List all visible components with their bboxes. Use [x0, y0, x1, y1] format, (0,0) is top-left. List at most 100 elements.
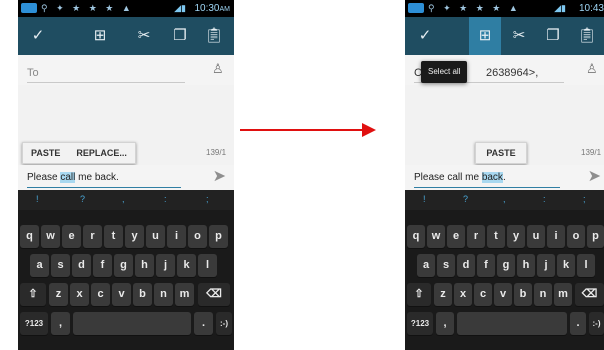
copy-icon[interactable]: ❐ [537, 17, 569, 55]
key[interactable]: a [30, 254, 49, 277]
key[interactable]: h [517, 254, 535, 277]
key[interactable]: m [175, 283, 194, 306]
key[interactable]: l [198, 254, 217, 277]
key[interactable]: g [114, 254, 133, 277]
delete-icon[interactable]: ⌫ [575, 283, 604, 306]
cut-icon[interactable]: ✂ [503, 17, 535, 55]
key[interactable]: p [209, 225, 228, 248]
key[interactable]: a [417, 254, 435, 277]
key[interactable]: w [427, 225, 445, 248]
send-icon[interactable]: ➤ [213, 169, 226, 185]
suggestion[interactable]: : [164, 194, 167, 204]
smiley-key[interactable]: :-) [589, 312, 604, 335]
key[interactable]: h [135, 254, 154, 277]
key[interactable]: b [514, 283, 532, 306]
key[interactable]: k [557, 254, 575, 277]
key[interactable]: x [70, 283, 89, 306]
message-input[interactable]: Please call me back. [27, 168, 181, 188]
key[interactable]: p [587, 225, 604, 248]
paste-button[interactable]: PASTE [478, 143, 523, 163]
key[interactable]: w [41, 225, 60, 248]
key[interactable]: j [537, 254, 555, 277]
space-key[interactable] [457, 312, 567, 335]
key[interactable]: s [437, 254, 455, 277]
shift-icon[interactable]: ⇧ [407, 283, 431, 306]
key[interactable]: i [167, 225, 186, 248]
period-key[interactable]: . [570, 312, 586, 335]
suggestion[interactable]: : [543, 194, 546, 204]
key[interactable]: g [497, 254, 515, 277]
key[interactable]: j [156, 254, 175, 277]
suggestion[interactable]: ? [463, 194, 468, 204]
key[interactable]: i [547, 225, 565, 248]
suggestion[interactable]: ! [423, 194, 426, 204]
smiley-key[interactable]: :-) [216, 312, 232, 335]
key[interactable]: x [454, 283, 472, 306]
copy-icon[interactable]: ❐ [164, 17, 196, 55]
select-all-icon[interactable]: ⊞ [84, 17, 116, 55]
text-selection-action-bar: ✓ ⊞ ✂ ❐ 📋︎ [18, 17, 234, 55]
key[interactable]: r [467, 225, 485, 248]
key[interactable]: d [457, 254, 475, 277]
select-all-icon[interactable]: ⊞ [469, 17, 501, 55]
key[interactable]: f [477, 254, 495, 277]
suggestion[interactable]: , [122, 194, 125, 204]
key[interactable]: z [434, 283, 452, 306]
message-input[interactable]: Please call me back. [414, 168, 560, 188]
key[interactable]: q [407, 225, 425, 248]
send-icon[interactable]: ➤ [588, 169, 601, 185]
suggestion[interactable]: ; [206, 194, 209, 204]
key-row-4: ?123 , . :-) [405, 310, 604, 337]
key[interactable]: k [177, 254, 196, 277]
key[interactable]: f [93, 254, 112, 277]
key[interactable]: s [51, 254, 70, 277]
key[interactable]: t [104, 225, 123, 248]
paste-icon[interactable]: 📋︎ [198, 17, 230, 55]
comma-key[interactable]: , [436, 312, 454, 335]
key[interactable]: n [154, 283, 173, 306]
key[interactable]: y [125, 225, 144, 248]
cut-icon[interactable]: ✂ [128, 17, 160, 55]
replace-button[interactable]: REPLACE... [68, 143, 135, 163]
key[interactable]: z [49, 283, 68, 306]
paste-button[interactable]: PASTE [23, 143, 68, 163]
suggestion[interactable]: ; [583, 194, 586, 204]
suggestion[interactable]: ? [80, 194, 85, 204]
add-contact-icon[interactable]: ♙ [212, 62, 226, 76]
shift-icon[interactable]: ⇧ [20, 283, 46, 306]
key[interactable]: r [83, 225, 102, 248]
suggestion[interactable]: , [503, 194, 506, 204]
key[interactable]: u [146, 225, 165, 248]
selected-text: back [481, 172, 503, 183]
suggestion[interactable]: ! [36, 194, 39, 204]
key[interactable]: e [62, 225, 81, 248]
key[interactable]: y [507, 225, 525, 248]
add-contact-icon[interactable]: ♙ [586, 62, 600, 76]
key[interactable]: o [188, 225, 207, 248]
key[interactable]: o [567, 225, 585, 248]
space-key[interactable] [73, 312, 191, 335]
key[interactable]: m [554, 283, 572, 306]
period-key[interactable]: . [194, 312, 213, 335]
check-icon[interactable]: ✓ [409, 17, 441, 55]
key[interactable]: v [494, 283, 512, 306]
key[interactable]: c [91, 283, 110, 306]
check-icon[interactable]: ✓ [22, 17, 54, 55]
key[interactable]: c [474, 283, 492, 306]
key[interactable]: q [20, 225, 39, 248]
recipient-field[interactable]: To [27, 64, 185, 83]
delete-icon[interactable]: ⌫ [198, 283, 230, 306]
signal-battery-icon: ◢▮ [554, 3, 566, 13]
key[interactable]: t [487, 225, 505, 248]
key[interactable]: d [72, 254, 91, 277]
key[interactable]: v [112, 283, 131, 306]
comma-key[interactable]: , [51, 312, 70, 335]
key[interactable]: b [133, 283, 152, 306]
key[interactable]: u [527, 225, 545, 248]
key[interactable]: l [577, 254, 595, 277]
symbols-key[interactable]: ?123 [20, 312, 48, 335]
paste-icon[interactable]: 📋︎ [571, 17, 603, 55]
key[interactable]: n [534, 283, 552, 306]
symbols-key[interactable]: ?123 [407, 312, 433, 335]
key[interactable]: e [447, 225, 465, 248]
